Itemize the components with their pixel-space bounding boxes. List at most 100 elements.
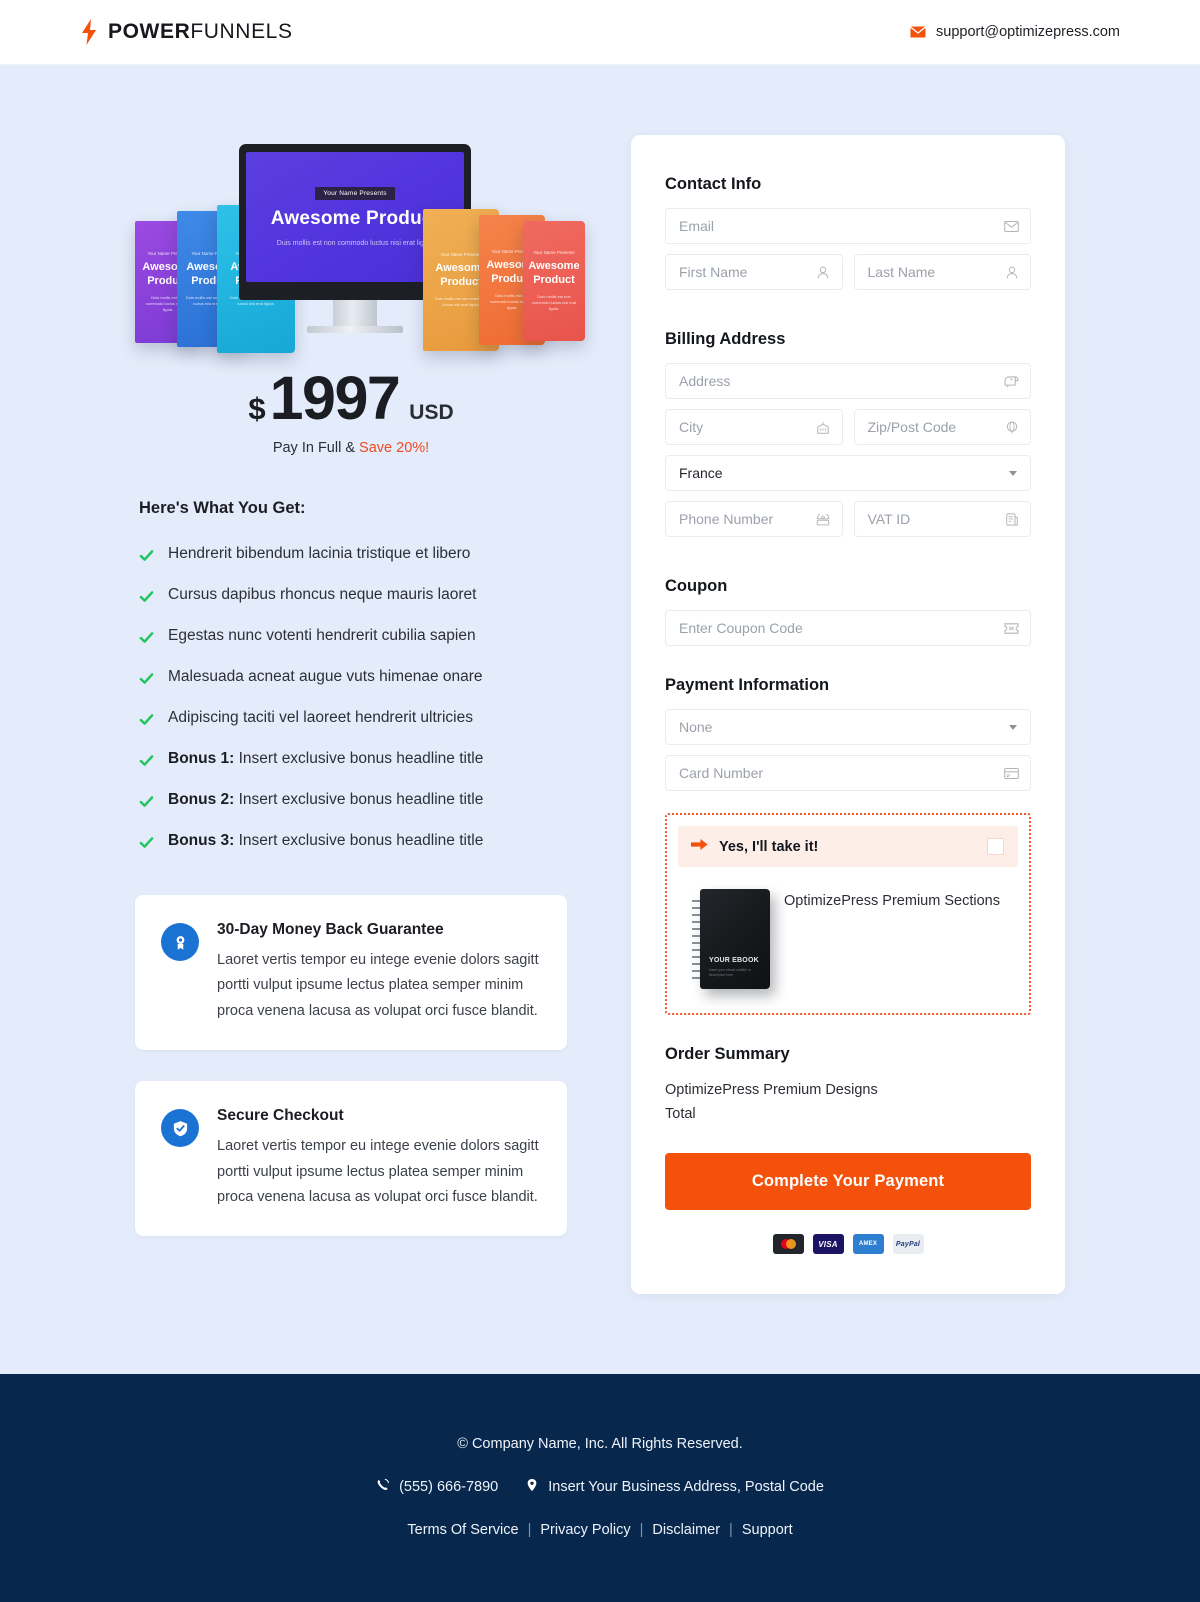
ebook-title: YOUR EBOOK (709, 957, 759, 965)
footer-link-privacy[interactable]: Privacy Policy (540, 1522, 630, 1538)
email-field[interactable]: Email (665, 208, 1031, 244)
list-item-label: Insert exclusive bonus headline title (234, 791, 484, 808)
first-name-placeholder: First Name (679, 264, 748, 280)
order-summary-title: Order Summary (665, 1045, 790, 1063)
list-item: Egestas nunc votenti hendrerit cubilia s… (135, 618, 567, 659)
first-name-field[interactable]: First Name (665, 254, 843, 290)
features-list: Hendrerit bibendum lacinia tristique et … (135, 536, 567, 864)
header-support-email[interactable]: support@optimizepress.com (910, 24, 1120, 40)
left-column: Your Name Presents Awesome Product Duis … (135, 135, 585, 1237)
brand-text: POWERFUNNELS (108, 20, 293, 44)
payment-method-select[interactable]: None (665, 709, 1031, 745)
monitor-stand-foot (307, 326, 403, 333)
phone-field[interactable]: Phone Number (665, 501, 843, 537)
footer-link-separator: | (729, 1522, 733, 1538)
footer-link-terms[interactable]: Terms Of Service (407, 1522, 518, 1538)
guarantee-title: 30-Day Money Back Guarantee (217, 921, 444, 938)
book-pretitle: Your Name Presents (440, 252, 482, 258)
check-icon (139, 791, 154, 814)
price-save-text: Save 20%! (359, 440, 430, 456)
vat-placeholder: VAT ID (867, 511, 911, 527)
coupon-placeholder: Enter Coupon Code (679, 620, 803, 636)
complete-payment-button[interactable]: Complete Your Payment (665, 1153, 1031, 1210)
list-item-label: Cursus dapibus rhoncus neque mauris laor… (168, 586, 477, 603)
check-icon (139, 668, 154, 691)
ebook-thumbnail: YOUR EBOOK Insert your ebook subtitle or… (686, 887, 770, 991)
order-summary-label: OptimizePress Premium Designs (665, 1082, 878, 1098)
mailbox-icon (1004, 374, 1019, 389)
list-item-bold: Bonus 2: (168, 791, 235, 808)
telephone-icon (816, 512, 831, 527)
lightning-bolt-icon (80, 19, 98, 45)
price-note-prefix: Pay In Full & (272, 440, 360, 456)
footer-address: Insert Your Business Address, Postal Cod… (548, 1479, 824, 1495)
credit-card-icon (1004, 766, 1019, 781)
book-title: Awesome Product (528, 260, 580, 286)
coupon-title: Coupon (665, 577, 728, 595)
name-row: First Name Last Name (665, 254, 1031, 300)
secure-checkout-body: Laoret vertis tempor eu intege evenie do… (217, 1138, 539, 1205)
chevron-down-icon (1009, 725, 1017, 730)
amex-badge: AMEX (852, 1234, 884, 1254)
vat-field[interactable]: VAT ID (853, 501, 1031, 537)
visa-badge: VISA (812, 1234, 844, 1254)
billing-address-title: Billing Address (665, 330, 786, 348)
order-bump-header[interactable]: Yes, I'll take it! (678, 826, 1018, 867)
order-summary-label: Total (665, 1106, 696, 1122)
order-bump-checkbox[interactable] (987, 838, 1004, 855)
user-icon (1004, 265, 1019, 280)
price-row: $ 1997 USD (135, 368, 567, 429)
brand-logo[interactable]: POWERFUNNELS (80, 19, 293, 45)
price-block: $ 1997 USD Pay In Full & Save 20%! (135, 368, 567, 457)
screen-subtitle: Duis mollis est non commodo luctus nisi … (276, 240, 434, 247)
envelope-icon (1004, 219, 1019, 234)
ebook-subtitle: Insert your ebook subtitle or descriptio… (709, 967, 751, 977)
mastercard-badge (772, 1234, 804, 1254)
list-item-label: Hendrerit bibendum lacinia tristique et … (168, 545, 471, 562)
footer-link-disclaimer[interactable]: Disclaimer (652, 1522, 720, 1538)
checkout-form: Contact Info Email First Name Last Name … (631, 135, 1065, 1294)
document-icon (1004, 512, 1019, 527)
shield-check-icon (161, 1109, 199, 1148)
main-content: Your Name Presents Awesome Product Duis … (0, 65, 1200, 1374)
footer-link-support[interactable]: Support (742, 1522, 793, 1538)
list-item-label: Insert exclusive bonus headline title (234, 750, 484, 767)
list-item: Adipiscing taciti vel laoreet hendrerit … (135, 700, 567, 741)
city-field[interactable]: City (665, 409, 843, 445)
list-item: Bonus 3: Insert exclusive bonus headline… (135, 823, 567, 864)
footer-link-separator: | (527, 1522, 532, 1538)
zip-placeholder: Zip/Post Code (867, 419, 957, 435)
address-field[interactable]: Address (665, 363, 1031, 399)
check-icon (139, 709, 154, 732)
secure-checkout-card: Secure Checkout Laoret vertis tempor eu … (135, 1081, 567, 1237)
check-icon (139, 750, 154, 773)
payment-badges: VISA AMEX PayPal (665, 1234, 1031, 1254)
list-item: Malesuada acneat augue vuts himenae onar… (135, 659, 567, 700)
monitor-stand-neck (333, 300, 377, 326)
last-name-field[interactable]: Last Name (853, 254, 1031, 290)
envelope-icon (910, 26, 926, 38)
coupon-field[interactable]: Enter Coupon Code (665, 610, 1031, 646)
check-icon (139, 545, 154, 568)
list-item-label: Malesuada acneat augue vuts himenae onar… (168, 668, 483, 685)
globe-icon (1004, 420, 1019, 435)
map-pin-icon (525, 1478, 539, 1496)
check-icon (139, 586, 154, 609)
ticket-icon (1004, 621, 1019, 636)
right-column: Contact Info Email First Name Last Name … (631, 135, 1065, 1294)
price-currency-code: USD (409, 401, 454, 424)
ebook-cover: YOUR EBOOK Insert your ebook subtitle or… (700, 889, 770, 989)
phone-vat-row: Phone Number VAT ID (665, 501, 1031, 547)
country-select[interactable]: France (665, 455, 1031, 491)
product-book-6: Your Name Presents Awesome Product Duis … (523, 221, 585, 341)
phone-icon (376, 1478, 390, 1496)
last-name-placeholder: Last Name (867, 264, 936, 280)
card-number-field[interactable]: Card Number (665, 755, 1031, 791)
list-item-bold: Bonus 3: (168, 832, 235, 849)
list-item-label: Adipiscing taciti vel laoreet hendrerit … (168, 709, 473, 726)
price-currency-symbol: $ (248, 391, 266, 426)
footer-phone[interactable]: (555) 666-7890 (399, 1479, 498, 1495)
brand-name-bold: POWER (108, 20, 191, 43)
card-number-placeholder: Card Number (679, 765, 764, 781)
zip-field[interactable]: Zip/Post Code (853, 409, 1031, 445)
